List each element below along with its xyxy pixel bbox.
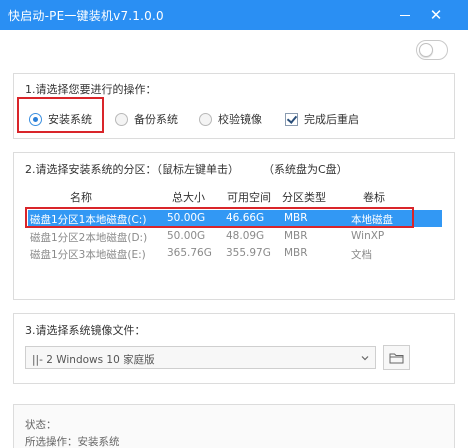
image-select[interactable]: ||- 2 Windows 10 家庭版 (25, 346, 376, 369)
title-bar: 快启动-PE一键装机v7.1.0.0 ✕ (0, 0, 468, 30)
cell-free: 48.09G (226, 230, 265, 242)
table-header: 名称 总大小 可用空间 分区类型 卷标 (14, 189, 454, 205)
cell-free: 355.97G (226, 247, 271, 259)
column-header-label: 卷标 (363, 191, 385, 204)
option-verify-image[interactable]: 校验镜像 (199, 109, 262, 129)
close-icon: ✕ (429, 6, 443, 24)
minimize-button[interactable] (393, 4, 417, 26)
status-panel: 状态： 所选操作：安装系统 (13, 404, 455, 448)
cell-name: 磁盘1分区2本地磁盘(D:) (30, 232, 148, 244)
install-option-highlight (17, 97, 104, 133)
radio-icon[interactable] (199, 112, 212, 126)
cell-total: 365.76G (167, 247, 212, 259)
cell-label: 文档 (351, 249, 372, 261)
cell-type: MBR (284, 247, 308, 259)
image-label: 3.请选择系统镜像文件： (25, 324, 146, 337)
status-label: 状态： (25, 419, 57, 431)
table-row[interactable]: 磁盘1分区3本地磁盘(E:) 365.76G 355.97G MBR 文档 (28, 245, 442, 262)
chevron-down-icon (361, 356, 369, 361)
option-backup-system[interactable]: 备份系统 (115, 109, 178, 129)
option-label: 备份系统 (134, 113, 178, 126)
minimize-icon (400, 14, 410, 16)
checkbox-checked-icon[interactable] (285, 112, 298, 126)
toggle-switch[interactable] (416, 40, 448, 60)
table-row[interactable]: 磁盘1分区2本地磁盘(D:) 50.00G 48.09G MBR WinXP (28, 228, 442, 245)
option-label: 校验镜像 (218, 113, 262, 126)
column-header-type: 分区类型 (282, 191, 326, 204)
close-button[interactable]: ✕ (424, 4, 448, 26)
selected-partition-highlight (25, 207, 414, 228)
operation-label: 1.请选择您要进行的操作： (25, 83, 157, 96)
cell-type: MBR (284, 230, 308, 242)
toggle-knob (419, 43, 433, 57)
column-header-name: 名称 (70, 191, 92, 204)
radio-icon[interactable] (115, 112, 128, 126)
cell-total: 50.00G (167, 230, 206, 242)
restart-after-checkbox[interactable]: 完成后重启 (285, 109, 359, 129)
browse-folder-button[interactable] (383, 345, 410, 370)
column-header-free: 可用空间 (227, 191, 271, 204)
status-operation: 所选操作：安装系统 (25, 436, 120, 448)
cell-name: 磁盘1分区3本地磁盘(E:) (30, 249, 146, 261)
cell-label: WinXP (351, 230, 385, 242)
column-header-total: 总大小 (172, 191, 205, 204)
partition-hint: （系统盘为C盘） (263, 163, 348, 176)
checkbox-label: 完成后重启 (304, 113, 359, 126)
window-title: 快启动-PE一键装机v7.1.0.0 (8, 9, 164, 23)
image-panel: 3.请选择系统镜像文件： ||- 2 Windows 10 家庭版 (13, 313, 455, 384)
partition-label: 2.请选择安装系统的分区：（鼠标左键单击） (25, 163, 239, 176)
folder-icon (389, 353, 404, 363)
image-select-value: ||- 2 Windows 10 家庭版 (32, 354, 155, 366)
